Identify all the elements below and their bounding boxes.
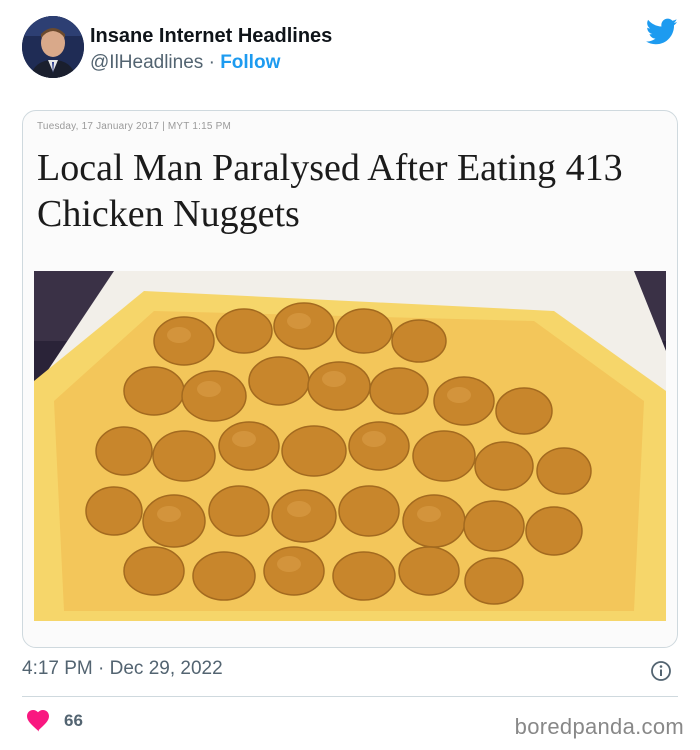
- display-name[interactable]: Insane Internet Headlines: [90, 24, 332, 48]
- nuggets-photo: [34, 271, 666, 621]
- divider: [22, 696, 678, 697]
- handle[interactable]: @IlHeadlines: [90, 52, 203, 73]
- heart-icon: [27, 710, 49, 732]
- avatar[interactable]: [22, 16, 84, 78]
- separator: ·: [208, 52, 215, 73]
- tweet-header: Insane Internet Headlines @IlHeadlines ·…: [22, 16, 682, 82]
- tweet-media[interactable]: Tuesday, 17 January 2017 | MYT 1:15 PM L…: [22, 110, 678, 648]
- tweet-timestamp[interactable]: 4:17 PM · Dec 29, 2022: [22, 658, 223, 680]
- like-count: 66: [64, 711, 83, 730]
- author-names: Insane Internet Headlines @IlHeadlines ·…: [90, 24, 332, 76]
- info-icon[interactable]: [650, 660, 672, 682]
- tweet-card: Insane Internet Headlines @IlHeadlines ·…: [0, 0, 700, 750]
- article-date: Tuesday, 17 January 2017 | MYT 1:15 PM: [37, 121, 232, 132]
- twitter-bird-icon[interactable]: [646, 18, 678, 46]
- handle-row: @IlHeadlines · Follow: [90, 50, 332, 76]
- follow-button[interactable]: Follow: [220, 52, 280, 73]
- watermark: boredpanda.com: [514, 714, 684, 739]
- like-button[interactable]: 66: [26, 710, 83, 732]
- article-headline: Local Man Paralysed After Eating 413 Chi…: [37, 147, 623, 235]
